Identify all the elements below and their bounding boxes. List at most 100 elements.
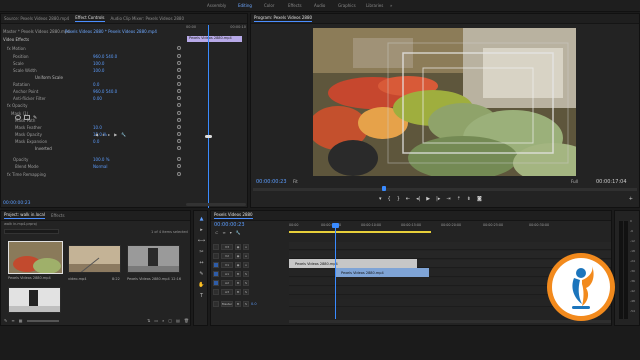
project-search-input[interactable]: walk in.mp4.prproj xyxy=(4,222,37,226)
stopwatch-icon[interactable] xyxy=(177,146,181,150)
more-workspaces-icon[interactable]: » xyxy=(390,3,392,8)
track-target-toggle[interactable] xyxy=(213,279,219,286)
ec-zoom-bar[interactable] xyxy=(186,203,246,206)
fit-dropdown[interactable]: Fit xyxy=(293,179,298,184)
solo-icon[interactable]: S xyxy=(243,300,249,307)
project-filter-input[interactable] xyxy=(4,229,59,234)
stopwatch-icon[interactable] xyxy=(177,96,181,100)
wrench-icon[interactable]: 🔧 xyxy=(121,132,126,137)
ec-timecode[interactable]: 00:00:00:23 xyxy=(3,201,30,206)
pen-tool-icon[interactable]: ✎ xyxy=(199,271,203,277)
effect-row-value[interactable]: Uniform Scale xyxy=(35,75,63,80)
effect-row[interactable]: Anchor Point 960.0 540.0 xyxy=(13,88,117,94)
eye-icon[interactable]: ◉ xyxy=(235,261,241,268)
track-forward-frame-icon[interactable]: ▸ xyxy=(108,132,110,137)
stopwatch-icon[interactable] xyxy=(177,111,181,115)
pen-mask-icon[interactable]: ✎ xyxy=(33,115,37,121)
track-forward-icon[interactable]: ▶ xyxy=(114,132,117,137)
track-select-tool-icon[interactable]: ▸ xyxy=(200,227,203,233)
sync-lock-icon[interactable]: ▫ xyxy=(243,243,249,250)
timeline-timecode[interactable]: 00:00:00:23 xyxy=(214,222,245,228)
track-back-frame-icon[interactable]: ◂ xyxy=(102,132,104,137)
workspace-assembly[interactable]: Assembly xyxy=(207,3,226,8)
effect-row-value[interactable]: 0.0 xyxy=(93,139,99,144)
effect-row[interactable]: Rotation 0.0 xyxy=(13,81,99,87)
linked-selection-icon[interactable]: ∞ xyxy=(222,230,225,235)
workspace-audio[interactable]: Audio xyxy=(314,3,325,8)
stopwatch-icon[interactable] xyxy=(177,118,181,122)
tab-source[interactable]: Source: Pexels Videos 2880.mp4 xyxy=(4,16,69,21)
track-header[interactable]: V3 ◉ ▫ xyxy=(213,242,285,251)
work-area-bar[interactable] xyxy=(289,231,431,233)
effect-row-value[interactable]: 0.00 xyxy=(93,96,102,101)
project-item-thumb-1[interactable] xyxy=(68,245,121,273)
zoom-slider[interactable] xyxy=(26,319,59,322)
track-target-toggle[interactable] xyxy=(213,270,219,277)
snap-icon[interactable]: ⊂ xyxy=(215,230,218,235)
stopwatch-icon[interactable] xyxy=(177,61,181,65)
track-header[interactable]: A1 M S xyxy=(213,269,285,278)
eye-icon[interactable]: ◉ xyxy=(235,252,241,259)
effect-row-value[interactable]: 960.0 540.0 xyxy=(93,89,117,94)
sync-lock-icon[interactable]: ▫ xyxy=(243,252,249,259)
program-timecode[interactable]: 00:00:00:23 xyxy=(256,179,287,185)
mark-in-icon[interactable]: { xyxy=(388,196,391,202)
stopwatch-icon[interactable] xyxy=(177,68,181,72)
track-target-toggle[interactable] xyxy=(213,252,219,259)
rectangle-mask-icon[interactable] xyxy=(24,115,30,120)
track-target-toggle[interactable] xyxy=(213,300,219,307)
solo-icon[interactable]: S xyxy=(243,270,249,277)
add-marker-timeline-icon[interactable]: ▾ xyxy=(230,230,232,235)
solo-icon[interactable]: S xyxy=(243,288,249,295)
sort-icon[interactable]: ⇅ xyxy=(147,318,150,323)
mute-icon[interactable]: M xyxy=(235,288,241,295)
effect-row[interactable]: Anti-flicker Filter 0.00 xyxy=(13,95,102,101)
stopwatch-icon[interactable] xyxy=(177,46,181,50)
track-header[interactable]: A2 M S xyxy=(213,278,285,287)
wrench-settings-icon[interactable]: 🔧 xyxy=(236,230,241,235)
track-header[interactable]: A3 M S xyxy=(213,287,285,296)
effect-row-value[interactable]: 100.0 xyxy=(93,61,104,66)
mute-icon[interactable]: M xyxy=(235,270,241,277)
quality-dropdown[interactable]: Full xyxy=(571,179,578,184)
project-item-thumb-3[interactable] xyxy=(8,287,61,313)
program-scrub-bar[interactable] xyxy=(253,188,637,191)
go-to-in-icon[interactable]: ⇤ xyxy=(406,196,410,202)
writable-toggle-icon[interactable]: ✎ xyxy=(4,318,7,323)
track-header[interactable]: V2 ◉ ▫ xyxy=(213,251,285,260)
effect-row-value[interactable]: Inverted xyxy=(35,146,52,151)
extract-icon[interactable]: ⇟ xyxy=(467,196,471,202)
sequence-clip-label[interactable]: Pexels Videos 2880 * Pexels Videos 2880.… xyxy=(65,29,157,34)
lift-icon[interactable]: ⇡ xyxy=(457,196,461,202)
timeline-zoom-bar[interactable] xyxy=(289,320,611,323)
tab-sequence[interactable]: Pexels Videos 2880 xyxy=(214,212,253,219)
tab-audio-clip-mixer[interactable]: Audio Clip Mixer: Pexels Videos 2880 xyxy=(111,16,185,21)
tab-effects[interactable]: Effects xyxy=(51,213,65,218)
eye-icon[interactable]: ◉ xyxy=(235,243,241,250)
mute-icon[interactable]: M xyxy=(235,300,241,307)
stopwatch-icon[interactable] xyxy=(177,89,181,93)
step-forward-icon[interactable]: |▸ xyxy=(436,196,440,202)
effect-row-value[interactable]: 100.0 xyxy=(93,68,104,73)
effect-row[interactable]: fx Opacity xyxy=(7,102,93,108)
tab-project[interactable]: Project: walk in.local xyxy=(4,212,45,219)
razor-tool-icon[interactable]: ✂ xyxy=(199,249,203,255)
stopwatch-icon[interactable] xyxy=(177,75,181,79)
selection-tool-icon[interactable]: ▲ xyxy=(200,216,204,222)
timeline-playhead-handle[interactable] xyxy=(332,223,339,228)
effect-row[interactable]: Mask Expansion 0.0 xyxy=(15,138,99,144)
timeline-playhead[interactable] xyxy=(335,223,336,319)
clear-icon[interactable]: 🗑 xyxy=(184,318,189,323)
track-target-toggle[interactable] xyxy=(213,261,219,268)
track-target-toggle[interactable] xyxy=(213,288,219,295)
effect-row[interactable]: fx Motion xyxy=(7,45,93,51)
workspace-libraries[interactable]: Libraries xyxy=(366,3,383,8)
project-item-thumb-2[interactable] xyxy=(127,245,180,273)
clip-v1[interactable]: Pexels Videos 2880.mp4 xyxy=(335,268,429,277)
stopwatch-icon[interactable] xyxy=(177,82,181,86)
project-item-thumb-0[interactable] xyxy=(8,241,63,274)
effect-row[interactable]: Position 960.0 540.0 xyxy=(13,53,117,59)
track-back-icon[interactable]: ◀ xyxy=(95,132,98,137)
stopwatch-icon[interactable] xyxy=(177,164,181,168)
track-target-toggle[interactable] xyxy=(213,243,219,250)
